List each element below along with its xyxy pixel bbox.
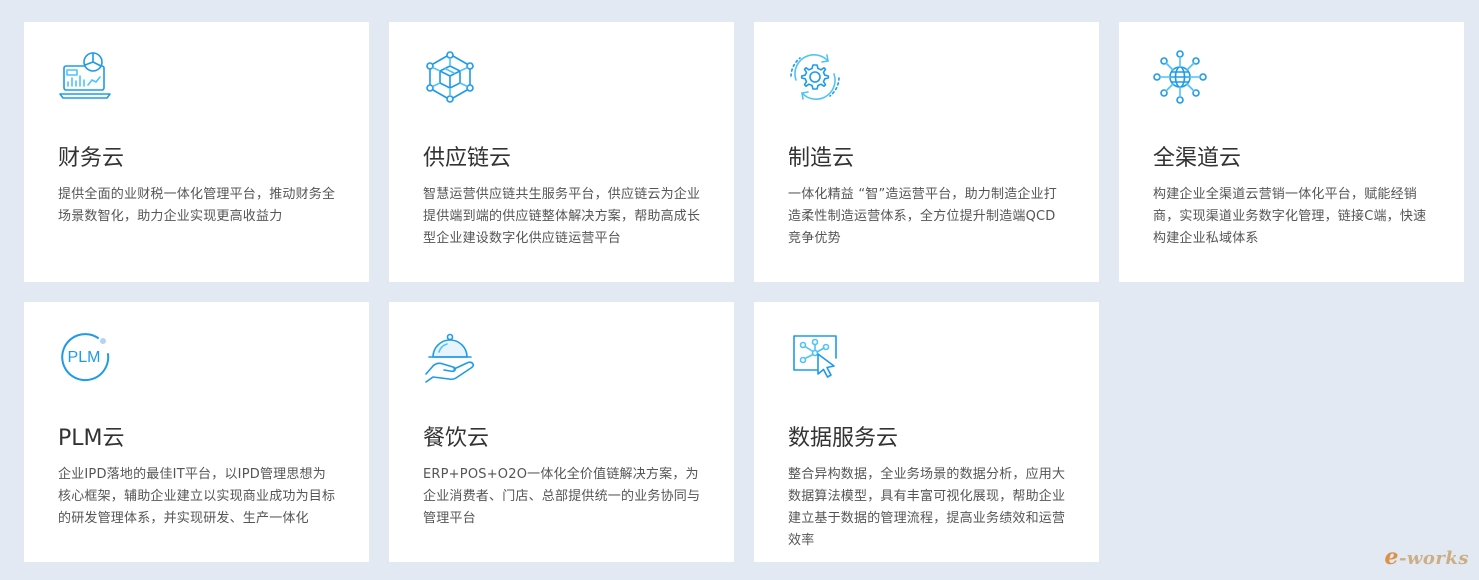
card-title: 供应链云: [423, 146, 512, 171]
plm-icon-text: PLM: [68, 349, 101, 366]
card-title: 餐饮云: [423, 426, 490, 451]
manufacturing-gear-cycle-icon: [788, 50, 842, 104]
card-plm-cloud[interactable]: PLM PLM云 企业IPD落地的最佳IT平台，以IPD管理思想为核心框架，辅助…: [24, 302, 369, 562]
omnichannel-globe-network-icon: [1153, 50, 1207, 104]
card-supply-chain-cloud[interactable]: 供应链云 智慧运营供应链共生服务平台，供应链云为企业提供端到端的供应链整体解决方…: [389, 22, 734, 282]
card-omnichannel-cloud[interactable]: 全渠道云 构建企业全渠道云营销一体化平台，赋能经销商，实现渠道业务数字化管理，链…: [1119, 22, 1464, 282]
card-catering-cloud[interactable]: 餐饮云 ERP+POS+O2O一体化全价值链解决方案，为企业消费者、门店、总部提…: [389, 302, 734, 562]
supply-chain-cube-network-icon: [423, 50, 477, 104]
eworks-watermark-logo: e-works: [1384, 544, 1469, 570]
card-description: 一体化精益 “智”造运营平台，助力制造企业打造柔性制造运营体系，全方位提升制造端…: [788, 187, 1058, 246]
card-title: 全渠道云: [1153, 146, 1242, 171]
card-data-service-cloud[interactable]: 数据服务云 整合异构数据，全业务场景的数据分析，应用大数据算法模型，具有丰富可视…: [754, 302, 1099, 562]
finance-laptop-chart-icon: [58, 50, 112, 104]
card-title: 数据服务云: [788, 426, 899, 451]
card-manufacturing-cloud[interactable]: 制造云 一体化精益 “智”造运营平台，助力制造企业打造柔性制造运营体系，全方位提…: [754, 22, 1099, 282]
card-description: ERP+POS+O2O一体化全价值链解决方案，为企业消费者、门店、总部提供统一的…: [423, 467, 701, 526]
card-description: 整合异构数据，全业务场景的数据分析，应用大数据算法模型，具有丰富可视化展现，帮助…: [788, 467, 1066, 548]
card-description: 智慧运营供应链共生服务平台，供应链云为企业提供端到端的供应链整体解决方案，帮助高…: [423, 187, 701, 246]
card-title: PLM云: [58, 426, 125, 451]
plm-circle-icon: PLM: [58, 330, 112, 384]
product-card-grid: 财务云 提供全面的业财税一体化管理平台，推动财务全场景数智化，助力企业实现更高收…: [24, 22, 1464, 562]
card-title: 制造云: [788, 146, 855, 171]
card-title: 财务云: [58, 146, 125, 171]
card-description: 企业IPD落地的最佳IT平台，以IPD管理思想为核心框架，辅助企业建立以实现商业…: [58, 467, 336, 526]
data-service-screen-cursor-icon: [788, 330, 842, 384]
card-description: 提供全面的业财税一体化管理平台，推动财务全场景数智化，助力企业实现更高收益力: [58, 187, 336, 224]
catering-cloche-hand-icon: [423, 330, 477, 384]
card-description: 构建企业全渠道云营销一体化平台，赋能经销商，实现渠道业务数字化管理，链接C端，快…: [1153, 187, 1427, 246]
card-finance-cloud[interactable]: 财务云 提供全面的业财税一体化管理平台，推动财务全场景数智化，助力企业实现更高收…: [24, 22, 369, 282]
